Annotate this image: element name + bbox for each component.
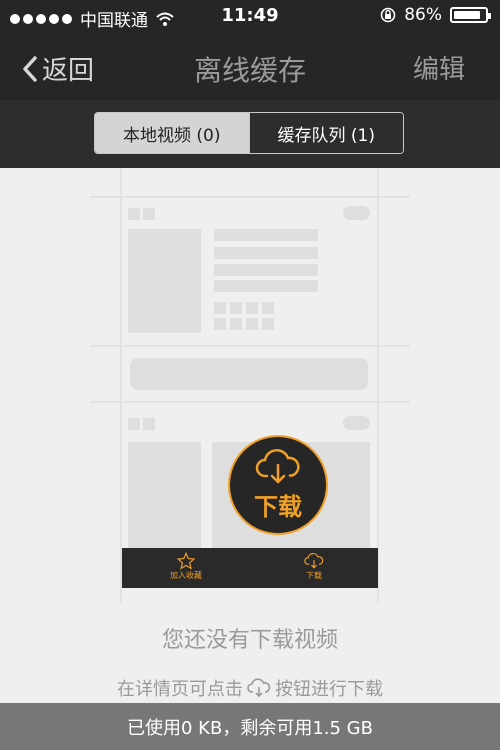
- storage-footer: 已使用0 KB，剩余可用1.5 GB: [0, 703, 500, 750]
- rotation-lock-icon: [380, 7, 396, 23]
- cloud-download-icon: [304, 553, 324, 569]
- hint-text-before: 在详情页可点击: [117, 679, 243, 700]
- guide-line: [377, 168, 379, 603]
- placeholder-block: [230, 318, 242, 330]
- empty-state-hint: 在详情页可点击 按钮进行下载: [0, 675, 500, 701]
- empty-state-illustration: 加入收藏 下载 下载: [0, 168, 500, 603]
- cloud-download-icon: [255, 448, 300, 483]
- placeholder-block: [214, 302, 226, 314]
- guide-line: [90, 401, 410, 403]
- download-label: 下载: [306, 571, 322, 580]
- segmented-control: 本地视频 (0) 缓存队列 (1): [94, 112, 404, 154]
- placeholder-bar: [130, 358, 368, 390]
- cloud-download-icon: [247, 678, 271, 698]
- guide-line: [90, 196, 410, 198]
- placeholder-line: [214, 229, 318, 241]
- placeholder-poster: [128, 229, 201, 333]
- placeholder-line: [214, 264, 318, 276]
- favorite-label: 加入收藏: [170, 571, 202, 580]
- placeholder-poster: [128, 442, 201, 548]
- mock-toolbar: 加入收藏 下载: [122, 548, 378, 588]
- storage-text: 已使用0 KB，剩余可用1.5 GB: [127, 717, 373, 739]
- placeholder-block: [262, 302, 274, 314]
- tab-local-videos[interactable]: 本地视频 (0): [95, 113, 249, 153]
- guide-line: [120, 168, 122, 603]
- status-right: 86%: [380, 5, 491, 25]
- placeholder-block: [246, 318, 258, 330]
- battery-icon: [450, 7, 491, 23]
- placeholder-block: [143, 418, 155, 430]
- placeholder-pill: [343, 416, 370, 430]
- placeholder-block: [246, 302, 258, 314]
- placeholder-pill: [343, 206, 370, 220]
- placeholder-line: [214, 280, 318, 292]
- star-icon: [177, 552, 195, 570]
- status-bar: 中国联通 11:49 86%: [0, 0, 500, 34]
- segment-bar: 本地视频 (0) 缓存队列 (1): [0, 100, 500, 168]
- battery-fill: [454, 11, 480, 19]
- empty-state-title: 您还没有下载视频: [161, 628, 338, 653]
- battery-percent: 86%: [404, 5, 442, 25]
- download-button-illustration: 下载: [228, 435, 328, 535]
- edit-button[interactable]: 编辑: [413, 49, 465, 86]
- placeholder-block: [214, 318, 226, 330]
- placeholder-block: [143, 208, 155, 220]
- tab-download-queue[interactable]: 缓存队列 (1): [248, 113, 403, 153]
- placeholder-block: [262, 318, 274, 330]
- mock-download-item: 下载: [250, 552, 378, 581]
- placeholder-block: [128, 208, 140, 220]
- hint-text-after: 按钮进行下载: [275, 679, 383, 700]
- placeholder-line: [214, 247, 318, 259]
- guide-line: [90, 345, 410, 347]
- navigation-bar: 返回 离线缓存 编辑: [0, 34, 500, 100]
- placeholder-block: [128, 418, 140, 430]
- mock-favorite-item: 加入收藏: [122, 552, 250, 581]
- download-button-label: 下载: [254, 492, 302, 521]
- placeholder-block: [230, 302, 242, 314]
